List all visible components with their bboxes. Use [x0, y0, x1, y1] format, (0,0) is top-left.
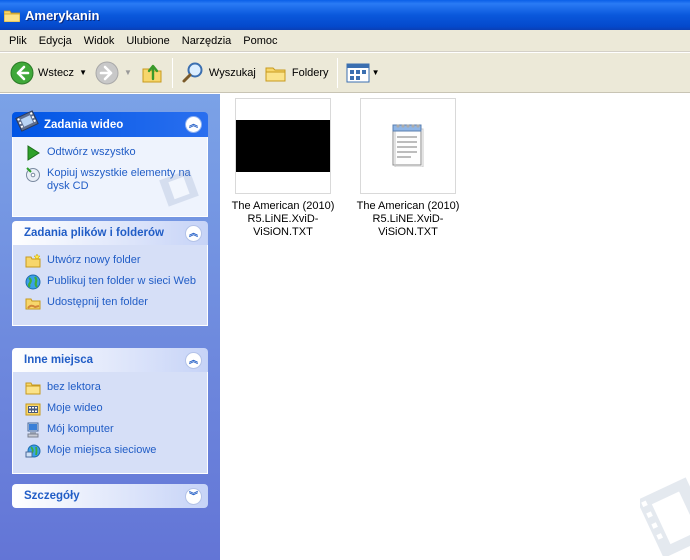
new-folder-icon	[25, 253, 41, 268]
forward-dropdown-icon[interactable]: ▼	[124, 68, 132, 77]
title-bar[interactable]: Amerykanin	[0, 0, 690, 30]
file-item-video[interactable]: The American (2010) R5.LiNE.XviD-ViSiON.…	[220, 98, 346, 239]
folders-button[interactable]: Foldery	[260, 57, 333, 89]
up-folder-button[interactable]	[136, 57, 168, 89]
other-places-title: Inne miejsca	[24, 354, 94, 366]
folders-label: Foldery	[291, 66, 329, 79]
file-tasks-title: Zadania plików i folderów	[24, 227, 164, 239]
computer-icon	[27, 422, 39, 438]
place-my-computer[interactable]: Mój komputer	[25, 422, 199, 438]
expand-chevron-icon[interactable]: ︾	[185, 487, 202, 505]
file-tasks-group: Zadania plików i folderów ︽ Utwórz nowy …	[12, 221, 208, 326]
folders-icon	[265, 67, 286, 81]
folder-icon	[25, 382, 41, 395]
place-network-label: Moje miejsca sieciowe	[47, 444, 157, 456]
menu-file[interactable]: Plik	[3, 35, 33, 47]
back-arrow-icon	[10, 61, 34, 84]
file-tasks-body: Utwórz nowy folder Publikuj ten folder w…	[12, 245, 208, 326]
place-network[interactable]: Moje miejsca sieciowe	[25, 444, 199, 459]
views-icon	[346, 63, 370, 82]
window-title: Amerykanin	[25, 7, 100, 23]
search-label: Wyszukaj	[208, 66, 256, 79]
film-strip-icon	[15, 109, 39, 132]
back-dropdown-icon[interactable]: ▼	[79, 68, 87, 77]
play-all-task[interactable]: Odtwórz wszystko	[25, 145, 199, 161]
forward-arrow-icon	[95, 61, 119, 84]
publish-web-task[interactable]: Publikuj ten folder w sieci Web	[25, 274, 199, 290]
video-tasks-header[interactable]: Zadania wideo ︽	[12, 109, 208, 137]
up-folder-icon	[142, 64, 162, 82]
place-bez-lektora[interactable]: bez lektora	[25, 381, 199, 396]
shared-folder-icon	[25, 298, 41, 310]
menu-tools[interactable]: Narzędzia	[176, 35, 238, 47]
publish-web-label: Publikuj ten folder w sieci Web	[47, 275, 196, 287]
share-folder-task[interactable]: Udostępnij ten folder	[25, 296, 199, 311]
cd-copy-icon	[26, 167, 40, 182]
file-tasks-header[interactable]: Zadania plików i folderów ︽	[12, 221, 208, 245]
file-name-line1: The American (2010)	[356, 200, 460, 212]
views-button[interactable]: ▼	[342, 57, 384, 89]
place-my-computer-label: Mój komputer	[47, 423, 114, 435]
network-places-icon	[25, 444, 41, 458]
file-name-line1: The American (2010)	[231, 200, 335, 212]
file-name: The American (2010) R5.LiNE.XviD-ViSiON.…	[345, 200, 471, 239]
other-places-body: bez lektora Moje wideo Mój komputer Moje…	[12, 372, 208, 474]
folder-icon	[4, 10, 20, 22]
file-list-view[interactable]: The American (2010) R5.LiNE.XviD-ViSiON.…	[220, 94, 690, 560]
place-my-videos-label: Moje wideo	[47, 402, 103, 414]
other-places-group: Inne miejsca ︽ bez lektora Moje wideo Mó…	[12, 348, 208, 474]
menu-favorites[interactable]: Ulubione	[120, 35, 175, 47]
details-header[interactable]: Szczegóły ︾	[12, 484, 208, 508]
video-thumbnail	[235, 98, 331, 194]
place-my-videos[interactable]: Moje wideo	[25, 402, 199, 417]
file-name: The American (2010) R5.LiNE.XviD-ViSiON.…	[220, 200, 346, 239]
file-name-line2: R5.LiNE.XviD-ViSiON.TXT	[372, 213, 444, 238]
menu-bar: Plik Edycja Widok Ulubione Narzędzia Pom…	[0, 30, 690, 52]
search-button[interactable]: Wyszukaj	[177, 57, 260, 89]
task-pane: Zadania wideo ︽ Odtwórz wszystko Kopiuj …	[0, 94, 220, 560]
menu-help[interactable]: Pomoc	[237, 35, 283, 47]
new-folder-task[interactable]: Utwórz nowy folder	[25, 253, 199, 269]
other-places-header[interactable]: Inne miejsca ︽	[12, 348, 208, 372]
video-tasks-title: Zadania wideo	[44, 118, 124, 131]
new-folder-label: Utwórz nowy folder	[47, 254, 141, 266]
text-thumbnail	[360, 98, 456, 194]
collapse-chevron-icon[interactable]: ︽	[185, 224, 202, 242]
search-icon	[182, 62, 203, 82]
menu-edit[interactable]: Edycja	[33, 35, 78, 47]
toolbar-separator	[171, 57, 173, 88]
video-folder-icon	[25, 403, 41, 416]
play-all-label: Odtwórz wszystko	[47, 146, 136, 158]
video-frame	[236, 120, 330, 172]
video-tasks-group: Zadania wideo ︽ Odtwórz wszystko Kopiuj …	[12, 109, 208, 217]
details-title: Szczegóły	[24, 490, 80, 502]
menu-view[interactable]: Widok	[78, 35, 121, 47]
file-name-line2: R5.LiNE.XviD-ViSiON.TXT	[247, 213, 319, 238]
play-icon	[27, 145, 40, 161]
place-bez-lektora-label: bez lektora	[47, 381, 101, 393]
back-label: Wstecz	[38, 66, 75, 79]
forward-button[interactable]: ▼	[91, 57, 136, 89]
film-watermark-icon	[640, 477, 690, 556]
share-folder-label: Udostępnij ten folder	[47, 296, 148, 308]
views-dropdown-icon[interactable]: ▼	[372, 68, 380, 77]
details-group: Szczegóły ︾	[12, 484, 208, 508]
collapse-chevron-icon[interactable]: ︽	[185, 351, 202, 369]
collapse-chevron-icon[interactable]: ︽	[185, 116, 202, 133]
back-button[interactable]: Wstecz ▼	[6, 57, 91, 89]
toolbar-separator	[336, 57, 338, 88]
file-item-text[interactable]: The American (2010) R5.LiNE.XviD-ViSiON.…	[345, 98, 471, 239]
notepad-icon	[392, 124, 424, 167]
toolbar: Wstecz ▼ ▼ Wyszukaj Foldery ▼	[0, 53, 690, 93]
video-tasks-body: Odtwórz wszystko Kopiuj wszystkie elemen…	[12, 137, 208, 217]
globe-icon	[25, 274, 41, 290]
film-watermark-icon	[159, 169, 199, 207]
